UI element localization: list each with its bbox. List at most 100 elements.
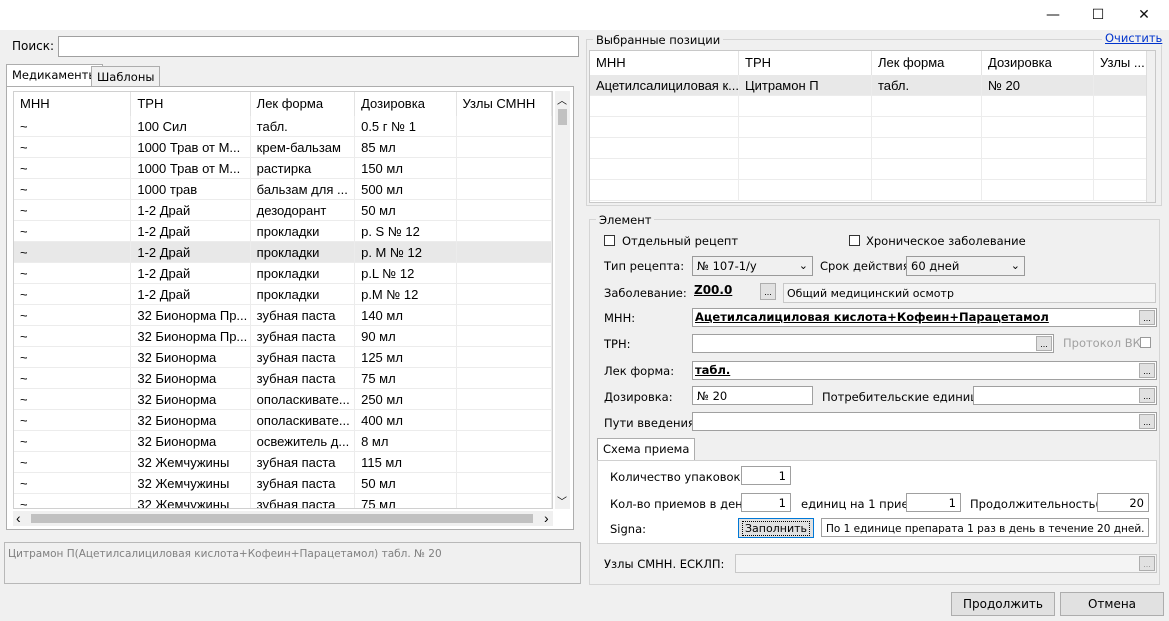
- table-row[interactable]: ~32 Бионорма освежитель д... 8 мл: [14, 430, 552, 452]
- cell-form: прокладки: [251, 220, 356, 242]
- table-row[interactable]: ~32 Бионорма ополаскивате... 400 мл: [14, 409, 552, 431]
- empty-row: [590, 158, 1155, 180]
- mnn-field[interactable]: Ацетилсалициловая кислота+Кофеин+Парацет…: [692, 308, 1157, 327]
- signa-field[interactable]: По 1 единице препарата 1 раз в день в те…: [821, 518, 1149, 537]
- table-row[interactable]: ~32 Жемчужины зубная паста 115 мл: [14, 451, 552, 473]
- consumer-units-lookup-button[interactable]: ...: [1139, 388, 1155, 403]
- form-lookup-button[interactable]: ...: [1139, 363, 1155, 378]
- dose-field[interactable]: № 20: [692, 386, 813, 405]
- medications-table[interactable]: МНН ТРН Лек форма Дозировка Узлы СМНН ~1…: [13, 91, 553, 509]
- trn-lookup-button[interactable]: ...: [1036, 336, 1052, 351]
- table-row[interactable]: ~1-2 Драй прокладки р.М № 12: [14, 283, 552, 305]
- continue-button[interactable]: Продолжить: [951, 592, 1055, 616]
- table-row[interactable]: ~100 Сил табл. 0.5 г № 1: [14, 115, 552, 137]
- column-header-trn[interactable]: ТРН: [131, 92, 251, 116]
- table-row[interactable]: ~32 Бионорма зубная паста 125 мл: [14, 346, 552, 368]
- scroll-right-icon[interactable]: ›: [544, 510, 549, 526]
- table-row[interactable]: ~1-2 Драй прокладки р. S № 12: [14, 220, 552, 242]
- consumer-units-field[interactable]: [973, 386, 1157, 405]
- disease-code-field[interactable]: Z00.0: [692, 283, 760, 303]
- cell-trn: 1-2 Драй: [131, 220, 251, 242]
- hscroll-thumb[interactable]: [31, 514, 533, 523]
- selected-header-mnn[interactable]: МНН: [590, 51, 739, 75]
- table-row[interactable]: ~32 Бионорма ополаскивате... 250 мл: [14, 388, 552, 410]
- cell-nodes: [457, 178, 552, 200]
- disease-lookup-button[interactable]: ...: [760, 283, 776, 300]
- cell-mnn: ~: [14, 220, 132, 242]
- nodes-lookup-button[interactable]: ...: [1139, 556, 1155, 571]
- cell-trn: 32 Бионорма: [131, 346, 251, 368]
- minimize-icon[interactable]: —: [1030, 0, 1076, 30]
- mnn-lookup-button[interactable]: ...: [1139, 310, 1155, 325]
- mnn-label: МНН:: [604, 311, 636, 325]
- trn-field[interactable]: [692, 334, 1054, 353]
- table-row[interactable]: ~32 Бионорма зубная паста 75 мл: [14, 367, 552, 389]
- medications-panel: МНН ТРН Лек форма Дозировка Узлы СМНН ~1…: [6, 86, 574, 530]
- table-row[interactable]: ~32 Жемчужины зубная паста 75 мл: [14, 493, 552, 508]
- separate-recipe-checkbox[interactable]: [604, 235, 615, 246]
- selected-table[interactable]: МНН ТРН Лек форма Дозировка Узлы ... Аце…: [589, 50, 1156, 203]
- duration-field[interactable]: 20: [1097, 493, 1149, 512]
- selected-header-trn[interactable]: ТРН: [739, 51, 872, 75]
- cell-form: освежитель д...: [251, 430, 356, 452]
- column-header-mnn[interactable]: МНН: [14, 92, 132, 116]
- selected-header-form[interactable]: Лек форма: [872, 51, 982, 75]
- recipe-type-label: Тип рецепта:: [604, 259, 685, 273]
- table-row[interactable]: ~1-2 Драй прокладки р.L № 12: [14, 262, 552, 284]
- cell-dose: р.L № 12: [355, 262, 457, 284]
- cancel-button[interactable]: Отмена: [1060, 592, 1164, 616]
- table-row[interactable]: ~1000 Трав от М... крем-бальзам 85 мл: [14, 136, 552, 158]
- cell-nodes: [457, 262, 552, 284]
- chronic-checkbox[interactable]: [849, 235, 860, 246]
- column-header-form[interactable]: Лек форма: [251, 92, 356, 116]
- term-label: Срок действия:: [820, 259, 914, 273]
- form-field[interactable]: табл.: [692, 361, 1157, 380]
- vertical-scrollbar[interactable]: ︿ ﹀: [555, 91, 570, 509]
- scroll-left-icon[interactable]: ‹: [16, 510, 21, 526]
- units-per-dose-field[interactable]: 1: [906, 493, 961, 512]
- clear-link[interactable]: Очистить: [1102, 31, 1166, 45]
- route-field[interactable]: [692, 412, 1157, 431]
- selected-scrollbar[interactable]: [1146, 51, 1155, 202]
- cell-form: зубная паста: [251, 346, 356, 368]
- tab-templates[interactable]: Шаблоны: [91, 66, 161, 87]
- table-row[interactable]: ~32 Бионорма Пр... зубная паста 140 мл: [14, 304, 552, 326]
- table-row[interactable]: ~32 Жемчужины зубная паста 50 мл: [14, 472, 552, 494]
- cell-trn: 1000 Трав от М...: [131, 157, 251, 179]
- protocol-checkbox[interactable]: [1140, 337, 1151, 348]
- cell-dose: 75 мл: [355, 367, 457, 389]
- table-row[interactable]: ~1-2 Драй дезодорант 50 мл: [14, 199, 552, 221]
- route-lookup-button[interactable]: ...: [1139, 414, 1155, 429]
- cell-trn: 1000 трав: [131, 178, 251, 200]
- packages-field[interactable]: 1: [741, 466, 791, 485]
- selected-header-nodes[interactable]: Узлы ...: [1094, 51, 1154, 75]
- horizontal-scrollbar[interactable]: ‹ ›: [13, 510, 553, 526]
- column-header-dose[interactable]: Дозировка: [355, 92, 457, 116]
- fill-button[interactable]: Заполнить: [738, 518, 814, 538]
- per-day-field[interactable]: 1: [741, 493, 791, 512]
- table-row[interactable]: ~1000 Трав от М... растирка 150 мл: [14, 157, 552, 179]
- selected-header-dose[interactable]: Дозировка: [982, 51, 1094, 75]
- search-input[interactable]: [58, 36, 579, 57]
- cell-form: прокладки: [251, 262, 356, 284]
- units-per-dose-value: 1: [948, 496, 956, 510]
- recipe-type-select[interactable]: № 107-1/у ⌄: [692, 256, 813, 276]
- maximize-icon[interactable]: ☐: [1075, 0, 1121, 30]
- consumer-units-label: Потребительские единицы:: [822, 390, 991, 404]
- cell-dose: № 20: [982, 74, 1094, 96]
- term-select[interactable]: 60 дней ⌄: [906, 256, 1025, 276]
- table-row[interactable]: ~1-2 Драй прокладки р. М № 12: [14, 241, 552, 263]
- tab-scheme[interactable]: Схема приема: [597, 438, 696, 461]
- table-row[interactable]: ~1000 трав бальзам для ... 500 мл: [14, 178, 552, 200]
- table-row[interactable]: Ацетилсалициловая к... Цитрамон П табл. …: [590, 74, 1155, 96]
- cell-trn: 1-2 Драй: [131, 262, 251, 284]
- scroll-up-icon[interactable]: ︿: [557, 92, 567, 107]
- tab-medications[interactable]: Медикаменты: [6, 64, 104, 87]
- scroll-down-icon[interactable]: ﹀: [557, 493, 567, 508]
- scroll-thumb[interactable]: [558, 109, 567, 125]
- duration-value: 20: [1129, 496, 1144, 510]
- column-header-nodes[interactable]: Узлы СМНН: [457, 92, 552, 116]
- form-label: Лек форма:: [604, 364, 675, 378]
- table-row[interactable]: ~32 Бионорма Пр... зубная паста 90 мл: [14, 325, 552, 347]
- close-icon[interactable]: ✕: [1121, 0, 1167, 30]
